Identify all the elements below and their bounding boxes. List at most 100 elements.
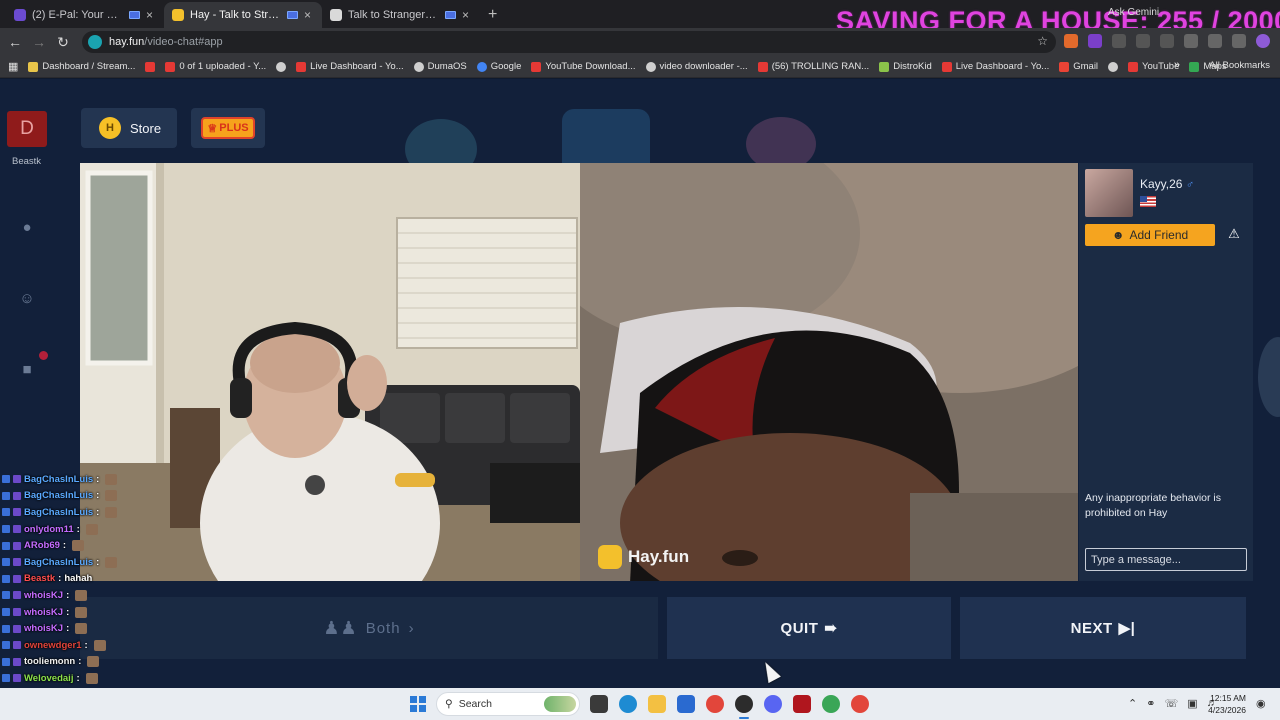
- chat-badge-icon: [13, 657, 21, 666]
- url-host: hay.fun: [109, 36, 145, 48]
- chat-username: ownewdger1: [24, 639, 82, 651]
- chrome-icon[interactable]: [706, 695, 724, 713]
- acrobat-icon[interactable]: [793, 695, 811, 713]
- windows-start-icon[interactable]: [410, 696, 426, 712]
- edge-icon[interactable]: [619, 695, 637, 713]
- chrome-profile-icon[interactable]: [851, 695, 869, 713]
- bookmark-item[interactable]: Gmail: [1059, 61, 1098, 72]
- bookmark-item[interactable]: Dashboard / Stream...: [28, 61, 135, 72]
- plus-badge: ♕ PLUS: [201, 117, 255, 139]
- tab-close-icon[interactable]: ×: [304, 8, 314, 22]
- tab-title: (2) E-Pal: Your Kind Teamm: [32, 9, 123, 21]
- bookmarks-overflow-chevron-icon[interactable]: »: [1174, 59, 1180, 71]
- display-icon[interactable]: ▣: [1187, 697, 1197, 710]
- download-icon[interactable]: [1232, 34, 1246, 48]
- puzzle-icon[interactable]: [1184, 34, 1198, 48]
- epal-favicon-icon: [14, 9, 26, 21]
- task-view-icon[interactable]: [590, 695, 608, 713]
- taskbar-search[interactable]: ⚲ Search: [436, 692, 580, 716]
- reload-icon[interactable]: ↻: [51, 34, 75, 51]
- discord-icon[interactable]: [764, 695, 782, 713]
- bookmark-item[interactable]: Google: [476, 61, 522, 72]
- friends-icon[interactable]: ☺: [17, 290, 37, 310]
- search-icon: ⚲: [445, 698, 453, 710]
- extension-icon[interactable]: [1112, 34, 1126, 48]
- browser-tab[interactable]: (2) E-Pal: Your Kind Teamm ×: [6, 2, 164, 28]
- chat-username: tooliemonn: [24, 656, 76, 668]
- chat-badge-icon: [2, 641, 10, 650]
- chat-badge-icon: [13, 624, 21, 633]
- forward-arrow-icon[interactable]: →: [27, 34, 51, 50]
- chat-separator: :: [96, 473, 100, 485]
- bookmark-item[interactable]: Live Dashboard - Yo...: [941, 61, 1049, 72]
- chat-emote-icon: [105, 473, 118, 485]
- next-button[interactable]: NEXT ▶|: [960, 597, 1246, 659]
- tab-close-icon[interactable]: ×: [462, 8, 472, 22]
- extensions-area: ⋮: [1064, 34, 1280, 48]
- browser-tab-active[interactable]: Hay - Talk to Strangers & R ×: [164, 2, 322, 28]
- bookmark-star-icon[interactable]: ☆: [1037, 34, 1048, 48]
- bookmark-item[interactable]: DumaOS: [413, 61, 467, 72]
- message-input[interactable]: [1085, 548, 1247, 571]
- site-info-icon[interactable]: [88, 35, 102, 49]
- bookmark-item[interactable]: DistroKid: [879, 61, 932, 72]
- chat-emote-icon: [85, 672, 98, 684]
- side-panel-icon[interactable]: [1208, 34, 1222, 48]
- plus-label: PLUS: [219, 122, 249, 134]
- chrome-profile-icon[interactable]: [822, 695, 840, 713]
- bookmark-item[interactable]: [1108, 61, 1119, 72]
- bookmark-label: Google: [490, 61, 522, 72]
- peer-avatar[interactable]: [1085, 169, 1133, 217]
- obs-icon[interactable]: [735, 695, 753, 713]
- notification-bell-icon[interactable]: ◉: [1256, 697, 1266, 710]
- all-bookmarks-button[interactable]: All Bookmarks: [1209, 60, 1270, 71]
- bookmark-item[interactable]: [145, 61, 156, 72]
- bookmark-item[interactable]: [276, 61, 287, 72]
- chat-separator: :: [96, 556, 100, 568]
- chat-badge-icon: [13, 508, 21, 517]
- quit-button[interactable]: QUIT ➠: [667, 597, 951, 659]
- file-explorer-icon[interactable]: [648, 695, 666, 713]
- gender-filter-button[interactable]: ♟♟ Both ›: [80, 597, 658, 659]
- bookmark-item[interactable]: Live Dashboard - Yo...: [296, 61, 404, 72]
- add-friend-button[interactable]: ☻ Add Friend: [1085, 224, 1215, 246]
- chat-separator: :: [76, 523, 80, 535]
- bookmark-item[interactable]: 0 of 1 uploaded - Y...: [165, 61, 266, 72]
- store-app-icon[interactable]: [677, 695, 695, 713]
- chat-username: onlydom11: [24, 523, 74, 535]
- taskbar-clock[interactable]: 12:15 AM 4/23/2026: [1202, 692, 1246, 716]
- extension-icon[interactable]: [1136, 34, 1150, 48]
- ask-gemini-button[interactable]: Ask Gemini: [1108, 7, 1159, 18]
- network-icon[interactable]: ⚭: [1146, 697, 1155, 710]
- back-arrow-icon[interactable]: ←: [3, 34, 27, 50]
- couple-icon: ♟♟: [323, 617, 358, 638]
- extension-icon[interactable]: [1088, 34, 1102, 48]
- report-warning-icon[interactable]: ⚠: [1225, 226, 1243, 244]
- bookmark-item[interactable]: YouTube Download...: [531, 61, 636, 72]
- chat-separator: :: [84, 639, 88, 651]
- tab-close-icon[interactable]: ×: [146, 8, 156, 22]
- address-bar[interactable]: hay.fun/video-chat#app ☆: [82, 31, 1056, 53]
- chat-badge-icon: [13, 491, 21, 500]
- message-icon[interactable]: ■: [17, 361, 37, 381]
- bookmark-item[interactable]: video downloader -...: [645, 61, 748, 72]
- bookmark-item[interactable]: YouTube: [1128, 61, 1179, 72]
- extension-icon[interactable]: [1064, 34, 1078, 48]
- chat-separator: :: [66, 589, 70, 601]
- chat-message: tooliemonn:: [2, 654, 142, 671]
- tray-chevron-icon[interactable]: ⌃: [1128, 697, 1137, 710]
- browser-tab[interactable]: Talk to Strangers – Voice C ×: [322, 2, 480, 28]
- new-tab-button[interactable]: +: [480, 6, 505, 28]
- store-button[interactable]: H Store: [81, 108, 177, 148]
- extension-icon[interactable]: [1160, 34, 1174, 48]
- profile-avatar-icon[interactable]: [1256, 34, 1270, 48]
- microphone-icon[interactable]: ☏: [1164, 697, 1178, 710]
- chat-emote-icon: [85, 523, 98, 535]
- plus-button[interactable]: ♕ PLUS: [191, 108, 265, 148]
- peer-panel: Kayy,26 ♂ ☻ Add Friend ⚠ Any inappropria…: [1079, 163, 1253, 581]
- apps-grid-icon[interactable]: ▦: [8, 60, 18, 73]
- remote-video: Hay.fun: [580, 163, 1078, 581]
- user-avatar[interactable]: D: [7, 111, 47, 147]
- bookmark-item[interactable]: (56) TROLLING RAN...: [757, 61, 869, 72]
- coin-icon[interactable]: ●: [17, 219, 37, 239]
